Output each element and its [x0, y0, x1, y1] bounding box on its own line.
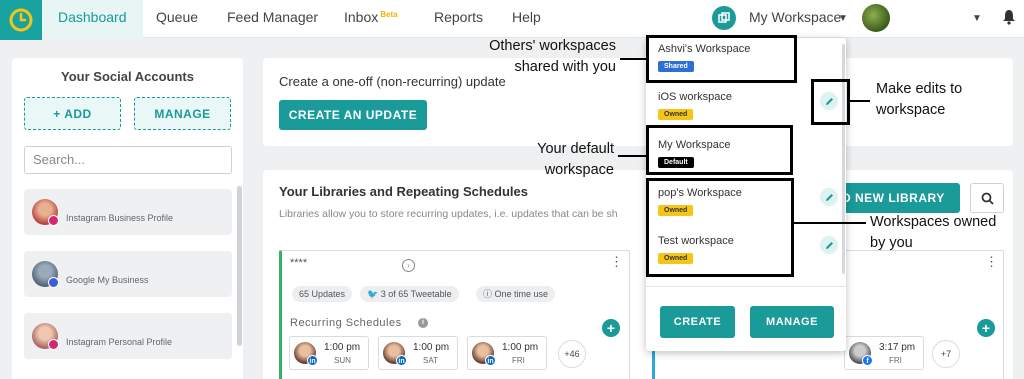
linkedin-icon: in — [307, 355, 318, 366]
nav-help[interactable]: Help — [512, 0, 541, 38]
libraries-subtitle: Libraries allow you to store recurring u… — [279, 208, 618, 220]
workspace-selector-label: My Workspace — [749, 9, 842, 25]
pencil-icon[interactable] — [820, 188, 838, 206]
instagram-icon — [48, 215, 59, 226]
google-my-business-icon — [48, 277, 59, 288]
libraries-title: Your Libraries and Repeating Schedules — [279, 184, 528, 199]
chevron-down-icon[interactable]: ▼ — [972, 13, 982, 24]
create-update-button[interactable]: CREATE AN UPDATE — [279, 100, 427, 130]
social-accounts-panel: Your Social Accounts + ADD MANAGE Search… — [12, 58, 243, 379]
slot-time: 1:00 pm — [413, 342, 450, 353]
accounts-search-input[interactable]: Search... — [24, 146, 232, 174]
more-schedules-badge[interactable]: +7 — [932, 340, 960, 368]
schedule-slot[interactable]: in 1:00 pm FRI — [467, 336, 547, 370]
annotation-box-owned — [646, 178, 794, 277]
annotation-line — [850, 100, 870, 102]
annotation-edits: Make edits to workspace — [876, 81, 963, 118]
panel-title: Your Social Accounts — [61, 69, 194, 84]
top-nav: Dashboard Queue Feed Manager Inbox Beta R… — [0, 0, 1024, 40]
chevron-down-icon[interactable]: ▼ — [838, 13, 848, 24]
clock-logo-icon — [9, 8, 33, 32]
linkedin-icon: in — [485, 355, 496, 366]
manage-accounts-button[interactable]: MANAGE — [134, 97, 231, 130]
account-item[interactable]: Instagram Personal Profile — [24, 313, 232, 359]
user-avatar[interactable] — [862, 4, 890, 32]
slot-day: SAT — [423, 356, 438, 365]
bell-icon[interactable] — [1002, 9, 1016, 25]
schedule-slot[interactable]: f 3:17 pm FRI — [844, 336, 924, 370]
slot-day: SUN — [334, 356, 351, 365]
annotation-box-edit — [811, 79, 850, 125]
tweetable-label: 3 of 65 Tweetable — [380, 289, 452, 299]
add-schedule-button[interactable]: + — [977, 319, 995, 337]
account-item[interactable]: Instagram Business Profile — [24, 189, 232, 235]
nav-queue[interactable]: Queue — [156, 0, 198, 38]
library-search-button[interactable] — [970, 183, 1004, 213]
more-options-icon[interactable]: ⋮ — [985, 255, 998, 268]
annotation-shared: Others' workspaces shared with you — [489, 38, 616, 75]
workspace-switch-icon[interactable] — [712, 6, 736, 30]
schedule-slot[interactable]: in 1:00 pm SAT — [378, 336, 458, 370]
scrollbar[interactable] — [237, 186, 242, 346]
beta-badge: Beta — [380, 10, 398, 19]
slot-time: 1:00 pm — [324, 342, 361, 353]
annotation-line — [618, 155, 646, 157]
tweetable-chip: 🐦 3 of 65 Tweetable — [360, 286, 459, 302]
create-workspace-button[interactable]: CREATE — [660, 306, 735, 338]
slot-day: FRI — [512, 356, 525, 365]
nav-feed-manager[interactable]: Feed Manager — [227, 0, 318, 38]
facebook-icon: f — [862, 355, 873, 366]
nav-reports[interactable]: Reports — [434, 0, 483, 38]
annotation-line — [794, 222, 866, 224]
workspace-name: iOS workspace — [658, 91, 732, 103]
info-icon: i — [418, 318, 428, 328]
nav-dashboard[interactable]: Dashboard — [42, 0, 143, 38]
pencil-icon[interactable] — [820, 236, 838, 254]
divider — [646, 286, 846, 287]
slot-day: FRI — [889, 356, 902, 365]
add-account-button[interactable]: + ADD — [24, 97, 121, 130]
account-label: Instagram Business Profile — [66, 213, 174, 223]
schedule-slot[interactable]: in 1:00 pm SUN — [289, 336, 369, 370]
annotation-line — [620, 58, 646, 60]
slot-time: 1:00 pm — [502, 342, 539, 353]
account-item[interactable]: Google My Business — [24, 251, 232, 297]
add-schedule-button[interactable]: + — [602, 319, 620, 337]
more-schedules-badge[interactable]: +46 — [558, 340, 586, 368]
workspace-selector[interactable]: My Workspace — [749, 9, 841, 25]
one-time-use-label: One time use — [494, 289, 549, 299]
one-time-use-chip: ⓘ One time use — [476, 286, 556, 302]
nav-inbox[interactable]: Inbox Beta — [344, 0, 398, 38]
twitter-icon: 🐦 — [367, 289, 381, 299]
library-name: **** — [290, 257, 308, 269]
owned-badge: Owned — [658, 109, 694, 120]
add-new-library-button[interactable]: D NEW LIBRARY — [834, 183, 960, 213]
search-icon — [981, 192, 994, 205]
linkedin-icon: in — [396, 355, 407, 366]
workspace-item[interactable]: iOS workspace Owned — [658, 91, 732, 121]
annotation-box-default — [646, 125, 793, 175]
info-icon: ⓘ — [483, 289, 495, 299]
app-logo[interactable] — [0, 0, 42, 40]
more-options-icon[interactable]: ⋮ — [610, 255, 623, 268]
instagram-icon — [48, 339, 59, 350]
account-label: Google My Business — [66, 275, 149, 285]
slot-time: 3:17 pm — [879, 342, 916, 353]
annotation-owned: Workspaces owned by you — [870, 214, 997, 251]
chevron-right-icon[interactable]: › — [402, 259, 415, 272]
annotation-box-shared — [646, 35, 797, 83]
account-label: Instagram Personal Profile — [66, 337, 173, 347]
manage-workspaces-button[interactable]: MANAGE — [750, 306, 834, 338]
nav-inbox-label: Inbox — [344, 9, 379, 25]
recurring-schedules-title: Recurring Schedules — [290, 317, 402, 329]
updates-count-chip: 65 Updates — [292, 286, 353, 302]
annotation-default: Your default workspace — [537, 141, 614, 178]
